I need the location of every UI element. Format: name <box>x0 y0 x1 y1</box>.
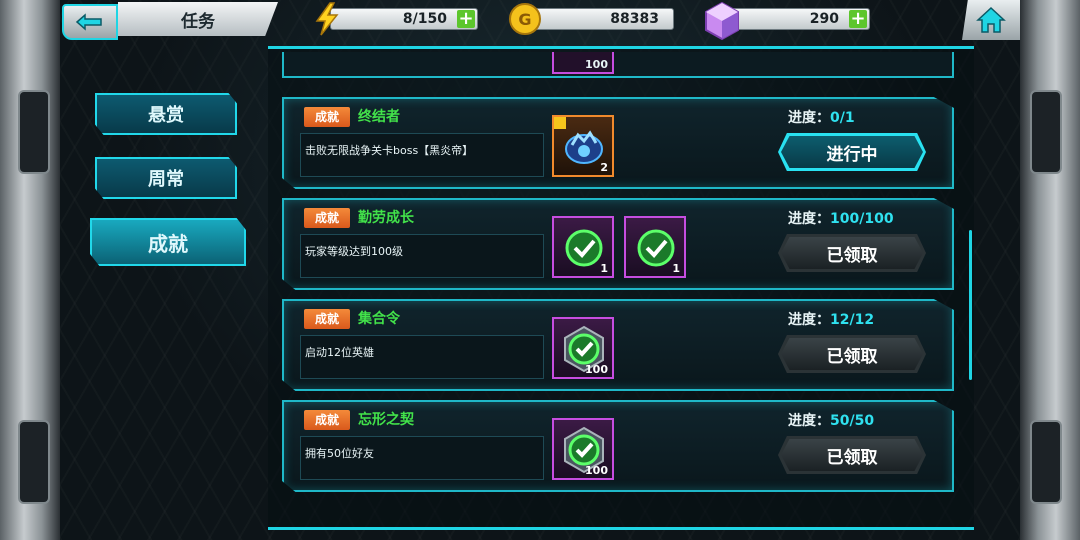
task-progress: 进度：50/50 <box>788 410 874 430</box>
task-name: 勤劳成长 <box>358 210 414 226</box>
claimed-button[interactable]: 已领取 <box>778 335 926 373</box>
svg-text:G: G <box>518 10 531 29</box>
tab-achievements[interactable]: 成就 <box>90 218 246 266</box>
claimed-button[interactable]: 已领取 <box>778 234 926 272</box>
achievement-badge: 成就 <box>304 309 350 329</box>
task-progress: 进度：12/12 <box>788 309 874 329</box>
partial-task-card: 100 <box>282 52 954 78</box>
reward-slot[interactable]: 2 <box>552 115 614 177</box>
scrollbar[interactable] <box>969 230 972 380</box>
tab-bounty[interactable]: 悬赏 <box>95 93 237 135</box>
task-card: 成就 勤劳成长 玩家等级达到100级 1 1 进度：100/100 已领取 <box>282 198 954 290</box>
back-button[interactable] <box>62 4 118 40</box>
progress-label: 进度： <box>788 110 830 126</box>
frame-decoration <box>1030 90 1062 174</box>
reward-count: 1 <box>672 262 680 275</box>
reward-slot[interactable]: 100 <box>552 317 614 379</box>
in-progress-button[interactable]: 进行中 <box>778 133 926 171</box>
task-card: 成就 集合令 启动12位英雄 100 进度：12/12 已领取 <box>282 299 954 391</box>
progress-label: 进度： <box>788 413 830 429</box>
progress-label: 进度： <box>788 312 830 328</box>
task-card: 成就 忘形之契 拥有50位好友 100 进度：50/50 已领取 <box>282 400 954 492</box>
reward-count: 100 <box>585 363 608 376</box>
tab-weekly[interactable]: 周常 <box>95 157 237 199</box>
achievement-badge: 成就 <box>304 107 350 127</box>
home-icon <box>976 6 1006 33</box>
task-card: 成就 终结者 击败无限战争关卡boss【黑炎帝】 2 进度：0/1 进行中 <box>282 97 954 189</box>
tab-label: 成就 <box>148 231 188 256</box>
top-bar: 任务 8/150 + 88383 G 290 + <box>0 0 1080 48</box>
task-description: 玩家等级达到100级 <box>300 234 544 278</box>
left-frame <box>0 0 60 540</box>
task-description: 启动12位英雄 <box>300 335 544 379</box>
reward-slot[interactable]: 1 <box>552 216 614 278</box>
achievement-badge: 成就 <box>304 410 350 430</box>
task-progress: 进度：0/1 <box>788 107 855 127</box>
add-energy-button[interactable]: + <box>457 10 475 28</box>
energy-value: 8/150 <box>402 11 447 27</box>
frame-decoration <box>1030 420 1062 504</box>
tab-label: 悬赏 <box>148 105 184 126</box>
add-gem-button[interactable]: + <box>849 10 867 28</box>
reward-count: 1 <box>600 262 608 275</box>
reward-slot: 100 <box>552 52 614 74</box>
button-label: 已领取 <box>826 346 878 367</box>
gold-coin-icon: G <box>509 3 541 35</box>
progress-value: 0/1 <box>830 110 855 126</box>
task-name: 忘形之契 <box>358 412 414 428</box>
task-description: 击败无限战争关卡boss【黑炎帝】 <box>300 133 544 177</box>
gem-counter: 290 + <box>722 8 870 30</box>
reward-count: 100 <box>585 58 608 71</box>
button-label: 已领取 <box>826 245 878 266</box>
gold-value: 88383 <box>610 11 659 27</box>
page-title-text: 任务 <box>181 11 215 32</box>
reward-slot[interactable]: 1 <box>624 216 686 278</box>
right-frame <box>1020 0 1080 540</box>
reward-slot[interactable]: 100 <box>552 418 614 480</box>
crystal-icon <box>705 1 739 41</box>
page-title: 任务 <box>118 2 278 36</box>
task-progress: 进度：100/100 <box>788 208 894 228</box>
reward-count: 100 <box>585 464 608 477</box>
progress-value: 50/50 <box>830 413 875 429</box>
button-label: 进行中 <box>826 144 878 165</box>
tab-label: 周常 <box>148 169 184 190</box>
gold-counter: 88383 <box>530 8 674 30</box>
lightning-icon <box>315 2 339 36</box>
progress-value: 12/12 <box>830 312 875 328</box>
button-label: 已领取 <box>826 447 878 468</box>
achievement-badge: 成就 <box>304 208 350 228</box>
task-name: 终结者 <box>358 109 400 125</box>
frame-decoration <box>18 90 50 174</box>
frame-decoration <box>18 420 50 504</box>
home-button[interactable] <box>962 0 1020 40</box>
claimed-button[interactable]: 已领取 <box>778 436 926 474</box>
progress-value: 100/100 <box>830 211 894 227</box>
energy-counter: 8/150 + <box>330 8 478 30</box>
task-name: 集合令 <box>358 311 400 327</box>
reward-count: 2 <box>600 161 608 174</box>
gem-value: 290 <box>809 11 839 27</box>
new-marker <box>554 117 566 129</box>
task-description: 拥有50位好友 <box>300 436 544 480</box>
progress-label: 进度： <box>788 211 830 227</box>
back-arrow-icon <box>75 13 102 31</box>
